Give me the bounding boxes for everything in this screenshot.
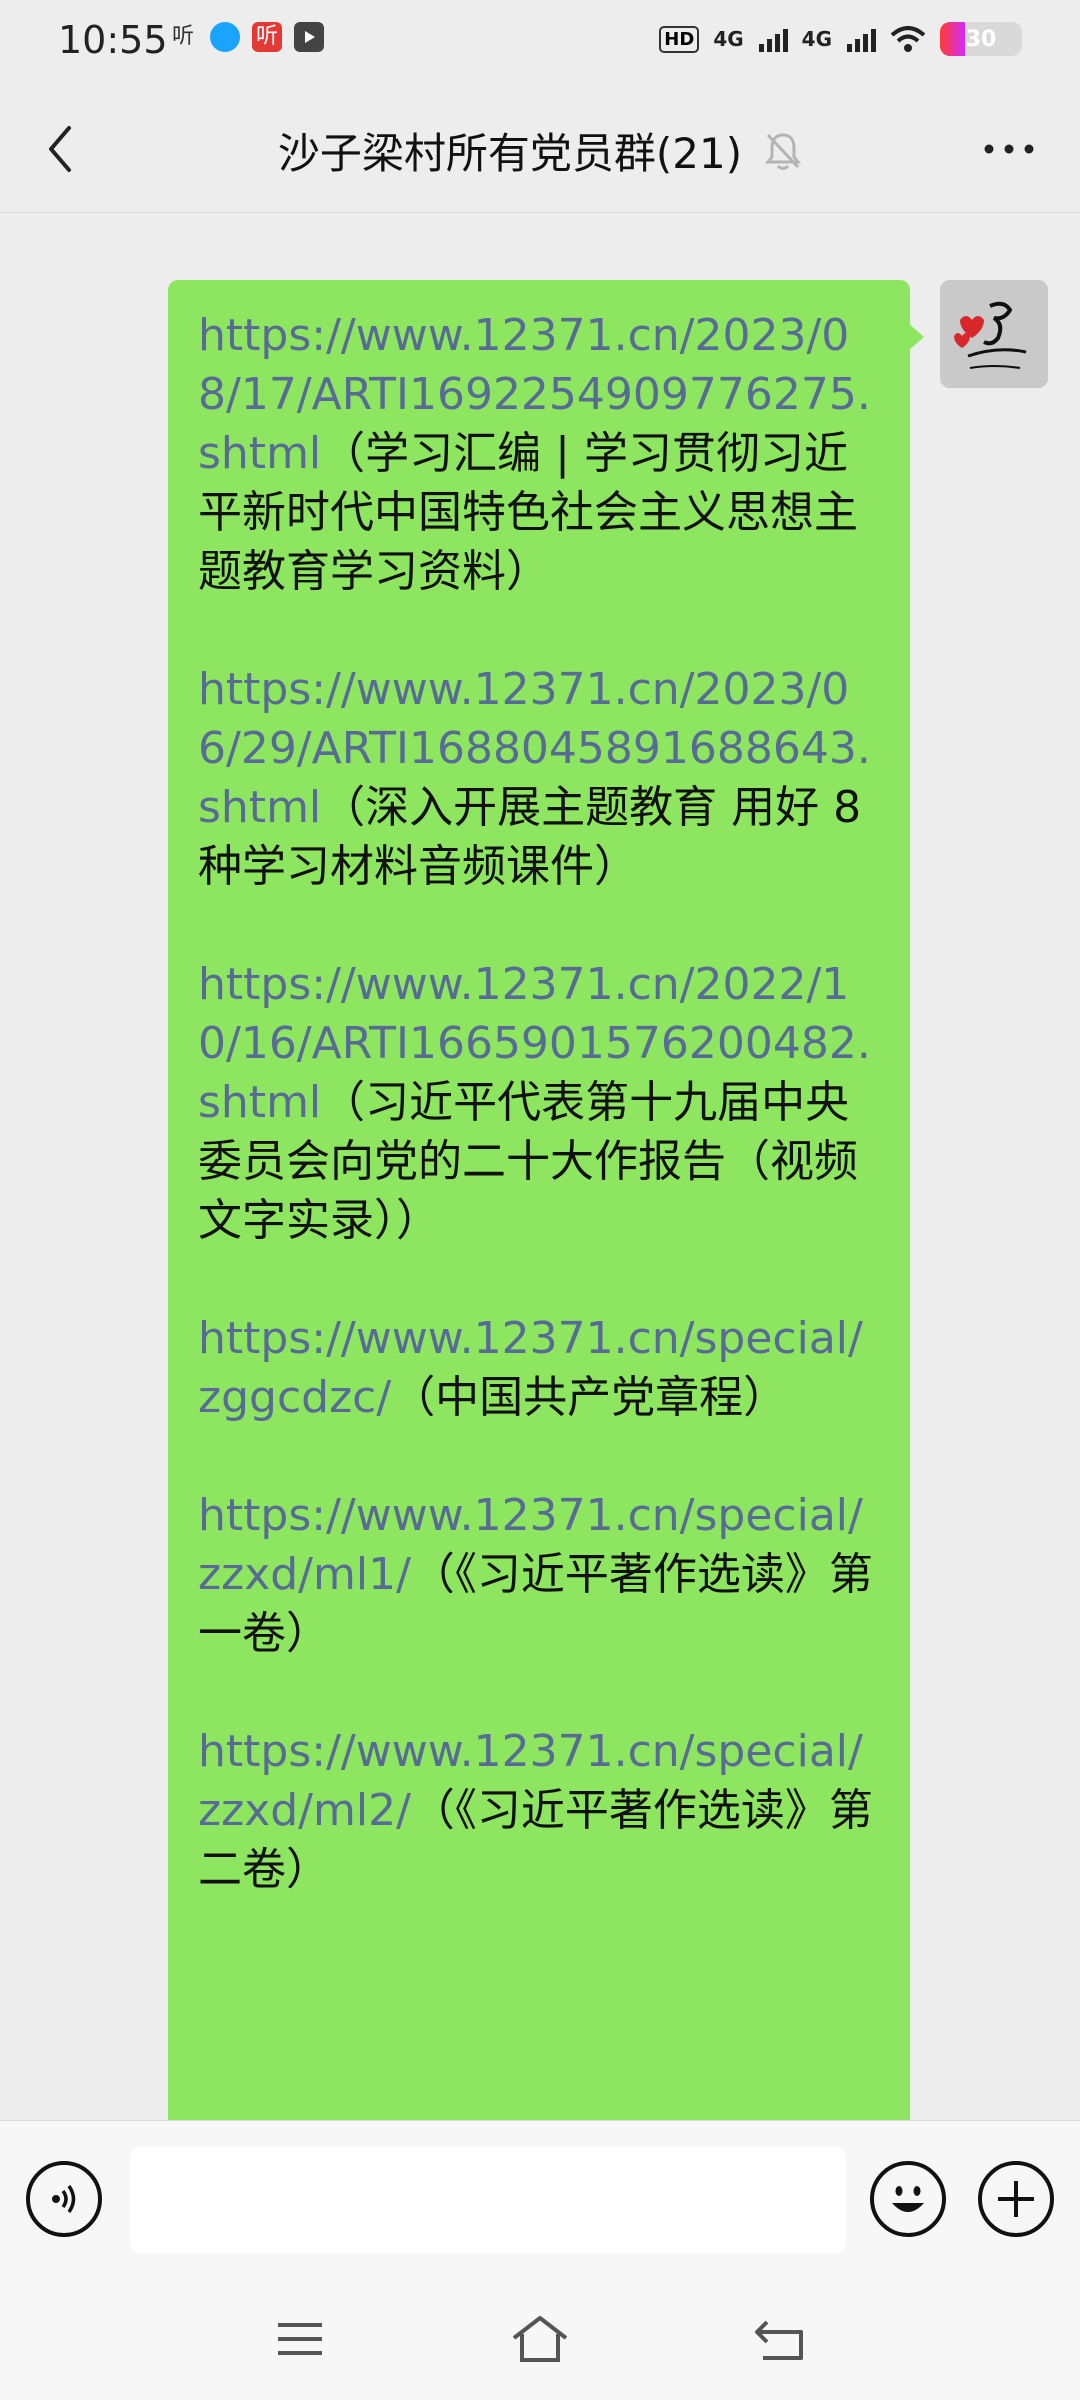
- back-icon: [755, 2320, 803, 2360]
- plus-button[interactable]: [978, 2161, 1054, 2237]
- menu-nav-button[interactable]: [265, 2304, 335, 2374]
- avatar[interactable]: [940, 280, 1048, 388]
- browser-app-icon: [210, 22, 240, 52]
- avatar-image-icon: [940, 280, 1048, 388]
- input-bar: [0, 2120, 1080, 2277]
- more-dots-icon: [984, 144, 1034, 154]
- message-input[interactable]: [130, 2147, 846, 2253]
- bubble-tail: [908, 323, 924, 351]
- back-nav-button[interactable]: [745, 2304, 815, 2374]
- chat-title-row: 沙子梁村所有党员群(21): [0, 120, 1080, 181]
- chat-title: 沙子梁村所有党员群(21): [277, 129, 743, 178]
- message-line: https://www.12371.cn/special/zggcdzc/（中国…: [198, 1309, 880, 1427]
- chat-header: 沙子梁村所有党员群(21): [0, 84, 1080, 213]
- chat-messages-area[interactable]: https://www.12371.cn/2023/08/17/ARTI1692…: [0, 213, 1080, 2120]
- mute-bell-icon: [764, 132, 802, 170]
- message-line: https://www.12371.cn/2023/08/17/ARTI1692…: [198, 306, 880, 601]
- home-nav-button[interactable]: [505, 2304, 575, 2374]
- message-bubble[interactable]: https://www.12371.cn/2023/08/17/ARTI1692…: [168, 280, 910, 2120]
- emoji-button[interactable]: [870, 2161, 946, 2237]
- signal-1-label: 4G: [713, 27, 744, 51]
- signal-2-label: 4G: [801, 27, 832, 51]
- voice-button[interactable]: [26, 2161, 102, 2237]
- listen-red-app-icon: 听: [252, 22, 282, 52]
- battery-level: 30: [965, 26, 997, 52]
- signal-2-icon: [847, 29, 876, 52]
- hd-icon: HD: [659, 25, 700, 53]
- message-text: https://www.12371.cn/2023/08/17/ARTI1692…: [198, 306, 880, 1899]
- message-line: https://www.12371.cn/special/zzxd/ml1/（《…: [198, 1486, 880, 1663]
- signal-1-icon: [758, 29, 788, 52]
- status-right-icons: HD 4G 4G 30: [659, 22, 1022, 56]
- message-line: https://www.12371.cn/2023/06/29/ARTI1688…: [198, 660, 880, 896]
- plus-icon: [998, 2181, 1034, 2217]
- voice-icon: [52, 2185, 76, 2213]
- wifi-icon: [890, 26, 926, 52]
- listen-app-icon: 听: [171, 24, 194, 49]
- message-line: https://www.12371.cn/2022/10/16/ARTI1665…: [198, 955, 880, 1250]
- more-button[interactable]: [974, 114, 1044, 184]
- home-icon: [512, 2316, 568, 2362]
- emoji-icon: [892, 2186, 924, 2212]
- message-link-description: （中国共产党章程）: [391, 1372, 788, 1423]
- status-bar: 10:55 听 听 HD 4G 4G 30: [0, 0, 1080, 84]
- status-notification-icons: 听 听: [168, 22, 324, 52]
- system-nav-bar: [0, 2276, 1080, 2400]
- video-app-icon: [294, 22, 324, 52]
- message-line: https://www.12371.cn/special/zzxd/ml2/（《…: [198, 1722, 880, 1899]
- status-time: 10:55: [58, 18, 168, 62]
- battery-icon: 30: [940, 22, 1022, 56]
- menu-icon: [278, 2323, 322, 2355]
